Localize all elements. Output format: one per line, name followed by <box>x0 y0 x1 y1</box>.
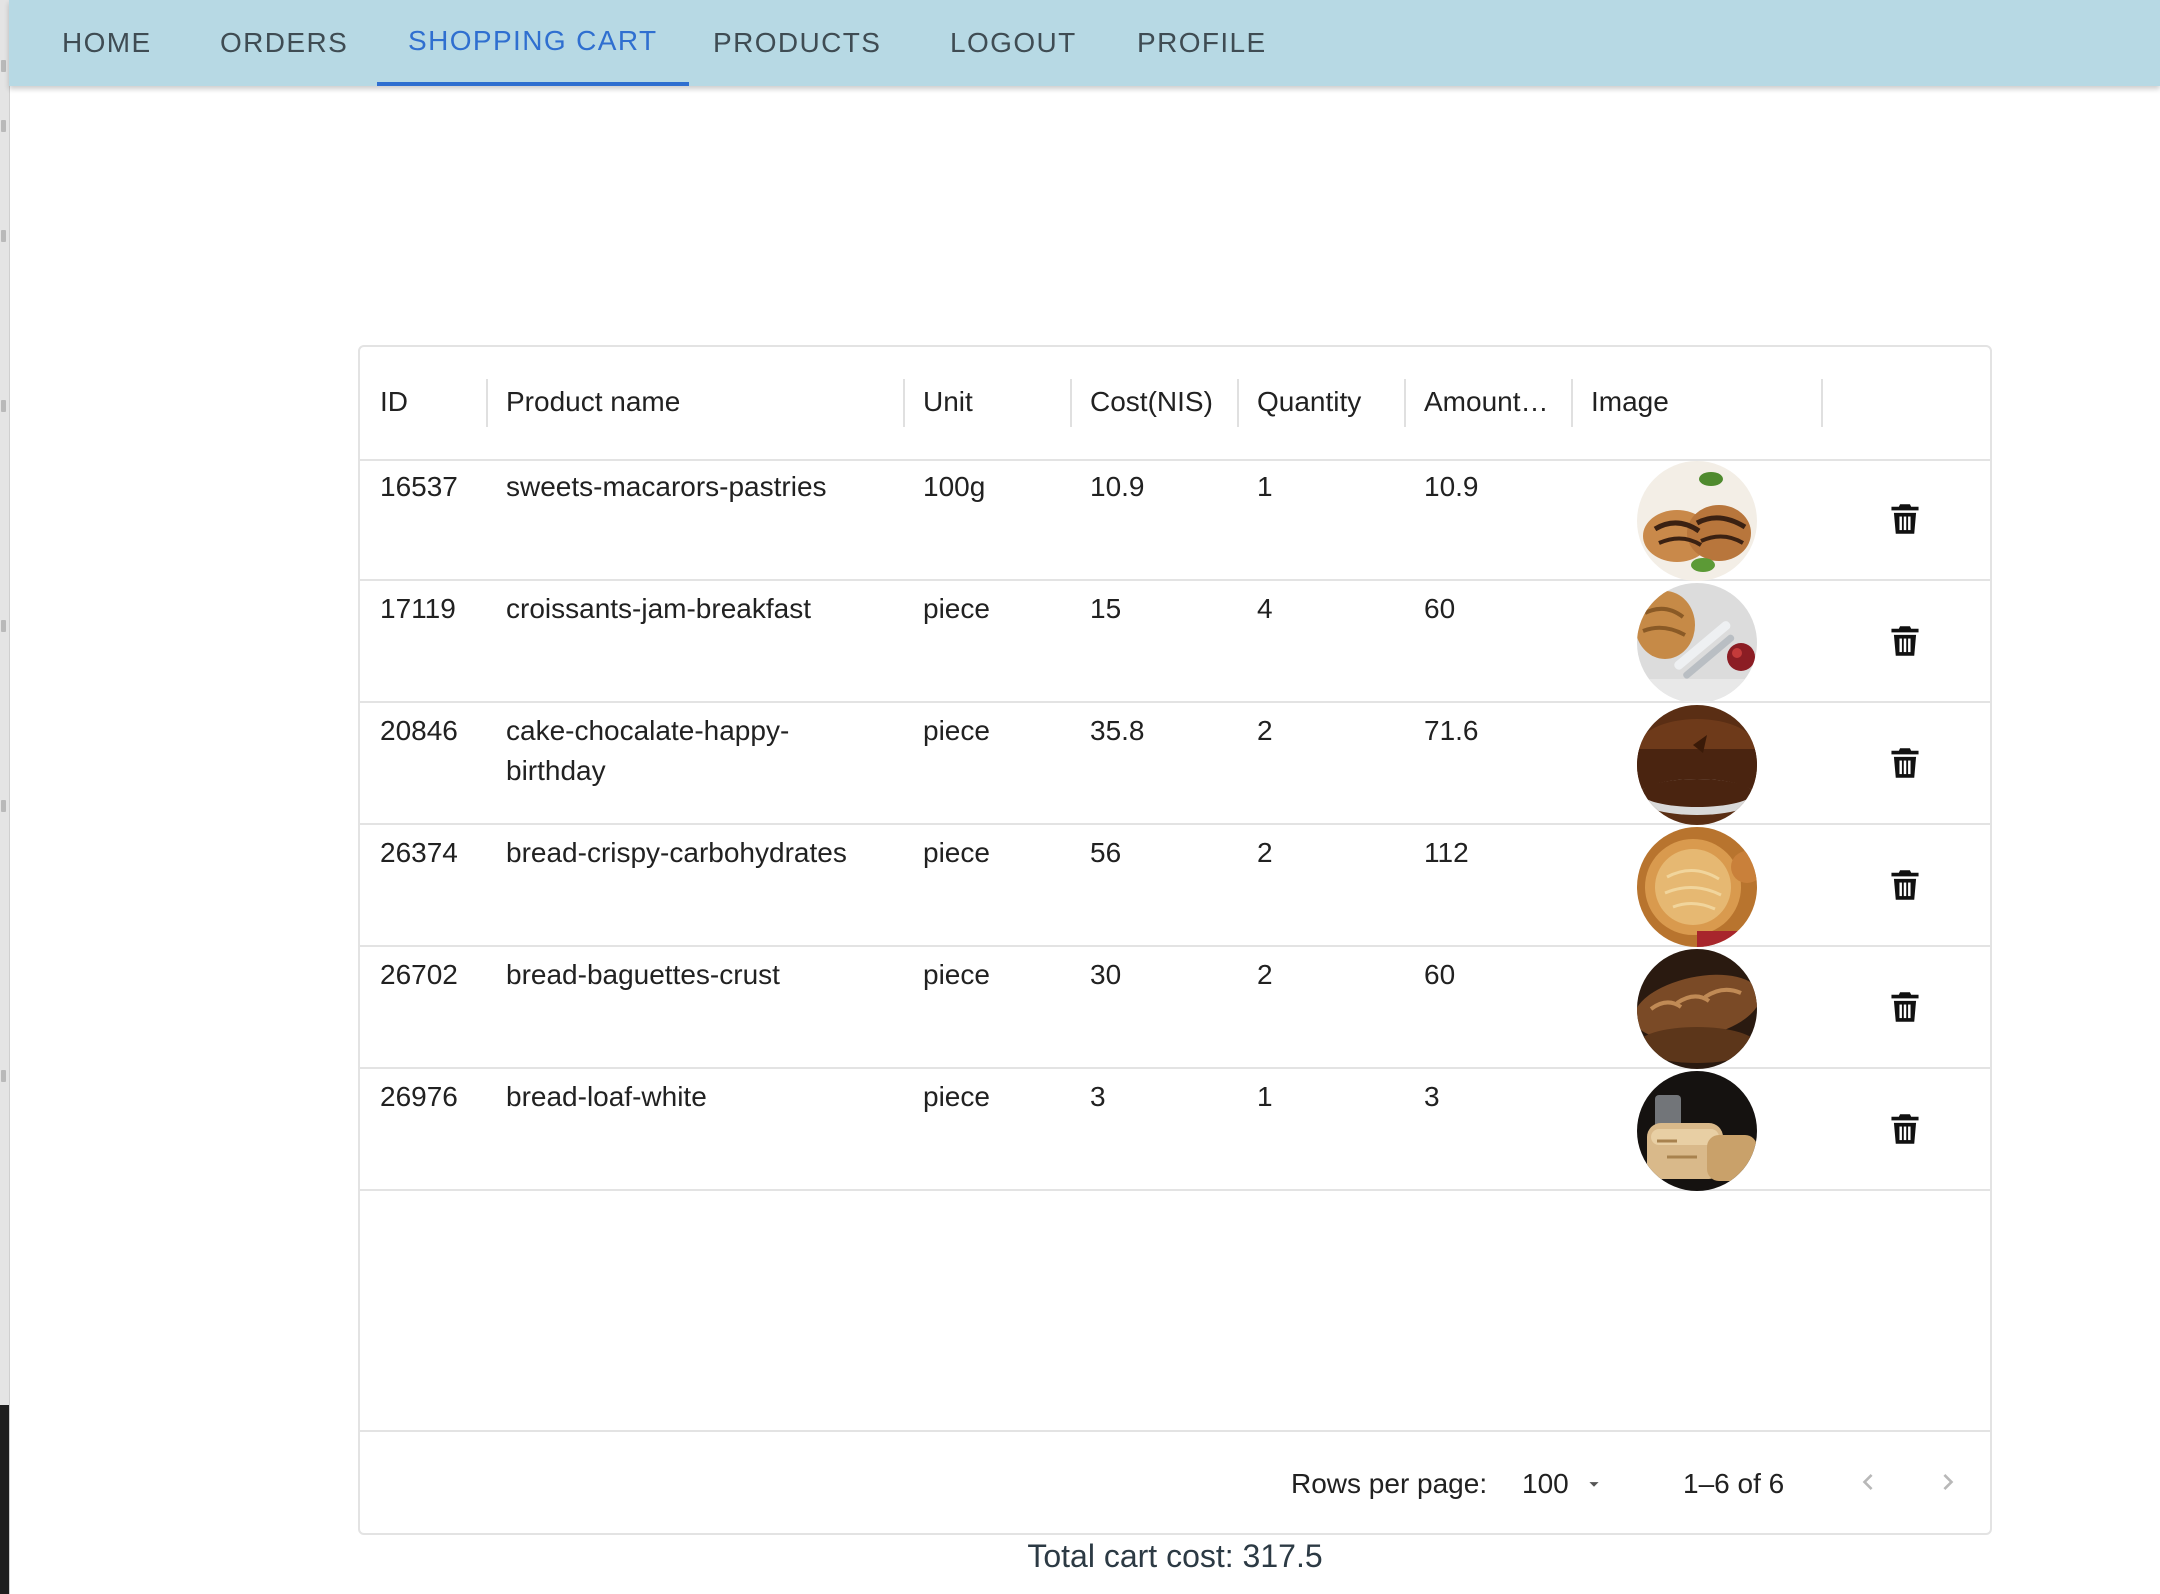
cell-cost: 30 <box>1090 959 1122 990</box>
delete-trash-icon[interactable] <box>1890 1113 1920 1145</box>
cell-unit: piece <box>923 1081 990 1112</box>
cell-amount: 112 <box>1424 837 1469 868</box>
strip-mark <box>1 400 6 412</box>
chevron-right-icon <box>1943 1474 1954 1490</box>
cell-product-name: croissants-jam-breakfast <box>506 593 811 624</box>
tab-home[interactable]: HOME <box>31 0 183 86</box>
strip-mark <box>1 620 6 632</box>
column-header-image[interactable]: Image <box>1571 347 1821 457</box>
cell-amount: 60 <box>1424 593 1456 624</box>
cell-cost: 10.9 <box>1090 471 1145 502</box>
round-bread-thumbnail <box>1637 827 1757 947</box>
table-row[interactable]: 26702 bread-baguettes-crust piece 30 2 6… <box>360 947 1990 1069</box>
cell-product-name: bread-baguettes-crust <box>506 959 780 990</box>
white-loaf-thumbnail <box>1637 1071 1757 1191</box>
cell-quantity: 1 <box>1257 1081 1273 1112</box>
cell-unit: piece <box>923 593 990 624</box>
column-header-quantity[interactable]: Quantity <box>1237 347 1404 457</box>
cell-id: 26976 <box>380 1081 458 1112</box>
table-header: ID Product name Unit Cost(NIS) Quantity … <box>360 347 1990 461</box>
chocolate-cake-thumbnail <box>1637 705 1757 825</box>
cell-amount: 71.6 <box>1424 715 1479 746</box>
cell-id: 17119 <box>380 593 456 624</box>
strip-mark <box>1 230 6 242</box>
cell-product-name: cake-chocalate-happy-birthday <box>506 715 790 786</box>
cell-cost: 3 <box>1090 1081 1106 1112</box>
cell-amount: 3 <box>1424 1081 1440 1112</box>
table-row[interactable]: 20846 cake-chocalate-happy-birthday piec… <box>360 703 1990 825</box>
cell-id: 26702 <box>380 959 458 990</box>
baguette-thumbnail <box>1637 949 1757 1069</box>
delete-trash-icon[interactable] <box>1890 503 1920 535</box>
cell-unit: piece <box>923 715 990 746</box>
tab-shopping-cart[interactable]: SHOPPING CART <box>377 0 689 86</box>
cell-product-name: sweets-macarors-pastries <box>506 471 827 502</box>
column-header-amount[interactable]: Amount… <box>1404 347 1571 457</box>
cell-quantity: 4 <box>1257 593 1273 624</box>
delete-trash-icon[interactable] <box>1890 991 1920 1023</box>
delete-trash-icon[interactable] <box>1890 869 1920 901</box>
cell-unit: 100g <box>923 471 986 502</box>
previous-page-button[interactable] <box>1842 1456 1894 1508</box>
column-header-id[interactable]: ID <box>360 347 486 457</box>
delete-trash-icon[interactable] <box>1890 747 1920 779</box>
background-window-strip <box>0 0 10 1594</box>
top-navbar: HOME ORDERS SHOPPING CART PRODUCTS LOGOU… <box>9 0 2160 86</box>
table-pagination: Rows per page: 100 1–6 of 6 <box>360 1430 1990 1535</box>
chevron-down-icon <box>1589 1482 1599 1487</box>
cell-quantity: 2 <box>1257 715 1273 746</box>
pastries-thumbnail <box>1637 461 1757 581</box>
table-row[interactable]: 26976 bread-loaf-white piece 3 1 3 <box>360 1069 1990 1191</box>
rows-per-page-value: 100 <box>1522 1468 1569 1499</box>
chevron-left-icon <box>1862 1474 1873 1490</box>
cell-id: 16537 <box>380 471 458 502</box>
cell-amount: 10.9 <box>1424 471 1479 502</box>
table-row[interactable]: 26374 bread-crispy-carbohydrates piece 5… <box>360 825 1990 947</box>
tab-profile[interactable]: PROFILE <box>1106 0 1298 86</box>
strip-mark <box>1 60 6 72</box>
rows-per-page-label: Rows per page: <box>1291 1468 1488 1499</box>
cart-data-grid: ID Product name Unit Cost(NIS) Quantity … <box>358 345 1992 1535</box>
cell-id: 20846 <box>380 715 458 746</box>
strip-mark <box>1 800 6 812</box>
cell-unit: piece <box>923 837 990 868</box>
strip-mark <box>1 120 6 132</box>
total-cart-cost: Total cart cost: 317.5 <box>1027 1538 1323 1574</box>
rows-per-page-select[interactable]: 100 <box>1522 1462 1605 1506</box>
column-header-unit[interactable]: Unit <box>903 347 1070 457</box>
cell-cost: 15 <box>1090 593 1122 624</box>
delete-trash-icon[interactable] <box>1890 625 1920 657</box>
tab-orders[interactable]: ORDERS <box>189 0 379 86</box>
table-row[interactable]: 17119 croissants-jam-breakfast piece 15 … <box>360 581 1990 703</box>
table-row[interactable]: 16537 sweets-macarors-pastries 100g 10.9… <box>360 459 1990 581</box>
cell-quantity: 1 <box>1257 471 1273 502</box>
cell-id: 26374 <box>380 837 458 868</box>
column-header-product-name[interactable]: Product name <box>486 347 903 457</box>
tab-logout[interactable]: LOGOUT <box>919 0 1108 86</box>
strip-mark <box>1 1070 6 1082</box>
cell-amount: 60 <box>1424 959 1456 990</box>
cell-cost: 56 <box>1090 837 1122 868</box>
cell-product-name: bread-crispy-carbohydrates <box>506 837 847 868</box>
cell-quantity: 2 <box>1257 837 1273 868</box>
cell-quantity: 2 <box>1257 959 1273 990</box>
column-header-cost[interactable]: Cost(NIS) <box>1070 347 1237 457</box>
column-separator[interactable] <box>1821 379 1823 427</box>
pagination-range: 1–6 of 6 <box>1683 1468 1785 1499</box>
next-page-button[interactable] <box>1922 1456 1974 1508</box>
tab-products[interactable]: PRODUCTS <box>682 0 912 86</box>
cell-product-name: bread-loaf-white <box>506 1081 707 1112</box>
cell-cost: 35.8 <box>1090 715 1145 746</box>
croissants-thumbnail <box>1637 583 1757 703</box>
cell-unit: piece <box>923 959 990 990</box>
